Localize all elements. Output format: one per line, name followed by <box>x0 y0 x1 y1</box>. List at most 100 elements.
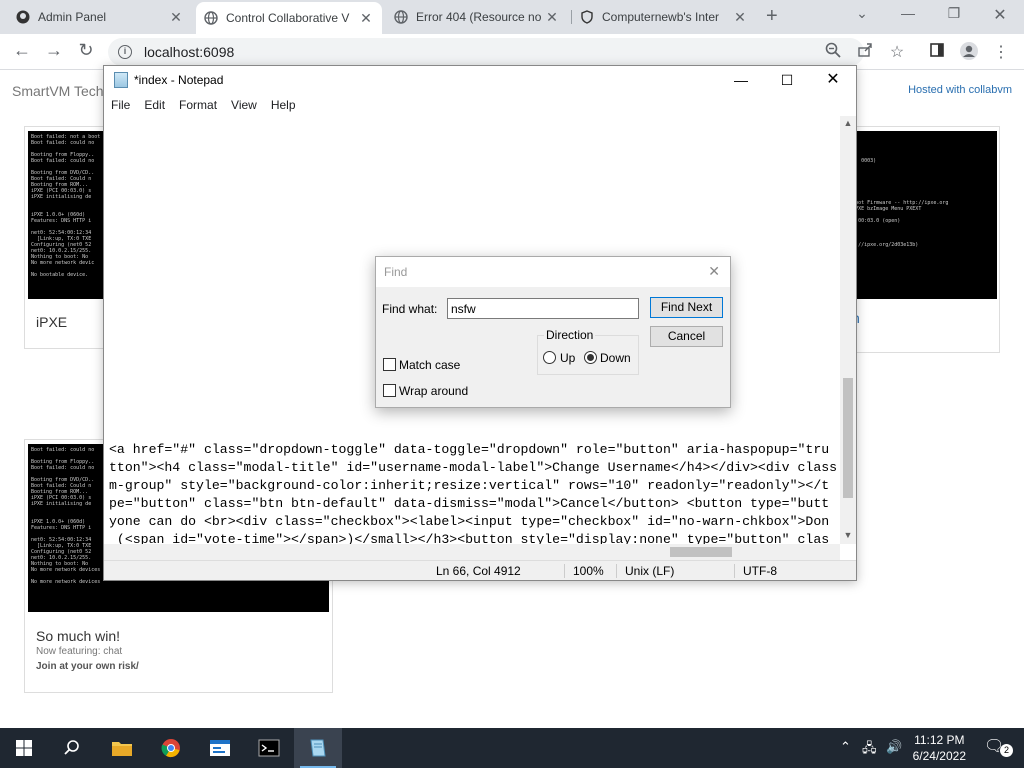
vm-subtitle: Now featuring: chat <box>36 646 123 657</box>
tab-label: Computernewb's Inter <box>602 10 720 24</box>
clock-time: 11:12 PM <box>914 733 965 747</box>
menu-bar: File Edit Format View Help <box>104 94 856 116</box>
direction-up-label[interactable]: Up <box>560 351 575 365</box>
vm-title[interactable]: So much win! <box>36 628 120 644</box>
close-icon[interactable]: ✕ <box>810 66 856 94</box>
menu-help[interactable]: Help <box>264 98 303 112</box>
zoom-icon[interactable] <box>822 42 844 63</box>
vm-subtitle-2: Join at your own risk/ <box>36 661 139 672</box>
menu-edit[interactable]: Edit <box>137 98 172 112</box>
new-tab-button[interactable]: + <box>766 5 778 28</box>
text-line: <a href="#" class="dropdown-toggle" data… <box>109 442 830 457</box>
menu-file[interactable]: File <box>104 98 137 112</box>
url-text: localhost:6098 <box>144 44 235 60</box>
bookmark-star-icon[interactable]: ☆ <box>886 42 908 62</box>
chrome-icon[interactable] <box>147 728 195 768</box>
zoom-level: 100% <box>564 564 604 578</box>
network-icon[interactable]: 🖧 <box>862 739 877 761</box>
menu-kebab-icon[interactable]: ⋮ <box>990 42 1012 62</box>
restore-icon[interactable]: ❐ <box>934 5 974 22</box>
match-case-label[interactable]: Match case <box>399 358 460 372</box>
status-bar: Ln 66, Col 4912 100% Unix (LF) UTF-8 <box>104 560 856 580</box>
close-tab-icon[interactable]: ✕ <box>544 9 560 26</box>
match-case-checkbox[interactable] <box>383 358 396 371</box>
direction-down-radio[interactable] <box>584 351 597 364</box>
notepad-taskbar-icon[interactable] <box>294 728 342 768</box>
direction-label: Direction <box>544 328 596 342</box>
site-brand[interactable]: SmartVM Tech <box>12 83 104 99</box>
tab-search-icon[interactable]: ⌄ <box>842 5 882 22</box>
search-icon[interactable] <box>48 728 96 768</box>
cancel-button[interactable]: Cancel <box>650 326 723 347</box>
text-line: (<span id="vote-time"></span>)</small></… <box>109 532 830 544</box>
github-icon <box>16 10 30 24</box>
direction-down-label[interactable]: Down <box>600 351 631 365</box>
tab-label: Admin Panel <box>38 10 107 24</box>
scroll-up-icon[interactable]: ▲ <box>840 118 856 128</box>
find-dialog: Find ✕ Find what: Find Next Cancel Direc… <box>375 256 731 408</box>
scroll-thumb[interactable] <box>843 378 853 498</box>
tab-label: Control Collaborative V <box>226 11 350 25</box>
maximize-icon[interactable]: ☐ <box>764 66 810 94</box>
back-icon[interactable]: ← <box>10 40 34 61</box>
scroll-thumb[interactable] <box>670 547 732 557</box>
tab-computernewb[interactable]: Computernewb's Inter ✕ <box>572 0 756 34</box>
vm-title[interactable]: iPXE <box>36 314 67 330</box>
side-panel-icon[interactable] <box>926 42 948 63</box>
profile-avatar-icon[interactable] <box>958 42 980 65</box>
text-line: m-group" style="background-color:inherit… <box>109 478 830 493</box>
notepad-title: *index - Notepad <box>134 73 224 87</box>
direction-up-radio[interactable] <box>543 351 556 364</box>
direction-group: Direction Up Down <box>537 328 639 375</box>
text-line: pe="button" class="btn btn-default" data… <box>109 496 830 511</box>
file-explorer-icon[interactable] <box>98 728 146 768</box>
find-what-label: Find what: <box>382 302 438 316</box>
hosted-link[interactable]: Hosted with collabvm <box>908 84 1012 96</box>
menu-format[interactable]: Format <box>172 98 224 112</box>
minimize-icon[interactable]: — <box>888 5 928 21</box>
vertical-scrollbar[interactable]: ▲ ▼ <box>840 116 856 544</box>
horizontal-scrollbar[interactable] <box>104 544 840 560</box>
cursor-position: Ln 66, Col 4912 <box>436 564 521 578</box>
start-icon[interactable] <box>0 728 48 768</box>
text-line: yone can do <br><div class="checkbox"><l… <box>109 514 830 529</box>
line-ending: Unix (LF) <box>616 564 674 578</box>
scroll-down-icon[interactable]: ▼ <box>840 530 856 540</box>
wrap-around-checkbox[interactable] <box>383 384 396 397</box>
encoding: UTF-8 <box>734 564 777 578</box>
clock-date: 6/24/2022 <box>912 749 966 763</box>
globe-icon <box>204 11 218 25</box>
windows-taskbar: ⌃ 🖧 🔊 11:12 PM 6/24/2022 🗨 2 <box>0 728 1024 768</box>
volume-icon[interactable]: 🔊 <box>886 739 902 755</box>
close-window-icon[interactable]: ✕ <box>980 5 1020 25</box>
close-tab-icon[interactable]: ✕ <box>168 9 184 26</box>
close-icon[interactable]: ✕ <box>708 263 720 280</box>
terminal-icon[interactable] <box>245 728 293 768</box>
notepad-icon <box>114 72 128 88</box>
forward-icon[interactable]: → <box>42 40 66 61</box>
wrap-around-label[interactable]: Wrap around <box>399 384 468 398</box>
reload-icon[interactable]: ↻ <box>74 40 98 61</box>
menu-view[interactable]: View <box>224 98 264 112</box>
browser-tab-strip: Admin Panel ✕ Control Collaborative V ✕ … <box>0 0 1024 34</box>
find-what-input[interactable] <box>447 298 639 319</box>
clock[interactable]: 11:12 PM 6/24/2022 <box>913 732 966 764</box>
close-tab-icon[interactable]: ✕ <box>358 10 374 27</box>
share-icon[interactable] <box>854 42 876 63</box>
text-line: tton"><h4 class="modal-title" id="userna… <box>109 460 838 475</box>
tab-control-collaborative[interactable]: Control Collaborative V ✕ <box>196 2 382 34</box>
notification-badge: 2 <box>1000 744 1013 757</box>
globe-icon <box>394 10 408 24</box>
address-bar[interactable]: i localhost:6098 <box>108 38 864 66</box>
chevron-up-icon[interactable]: ⌃ <box>840 739 851 755</box>
tab-admin-panel[interactable]: Admin Panel ✕ <box>8 0 192 34</box>
info-icon[interactable]: i <box>118 45 132 59</box>
find-next-button[interactable]: Find Next <box>650 297 723 318</box>
shield-icon <box>580 10 594 24</box>
minimize-icon[interactable]: — <box>718 66 764 94</box>
app-icon[interactable] <box>196 728 244 768</box>
find-dialog-title[interactable]: Find <box>376 257 730 287</box>
tab-error-404[interactable]: Error 404 (Resource no ✕ <box>386 0 568 34</box>
tab-label: Error 404 (Resource no <box>416 10 542 24</box>
close-tab-icon[interactable]: ✕ <box>732 9 748 26</box>
